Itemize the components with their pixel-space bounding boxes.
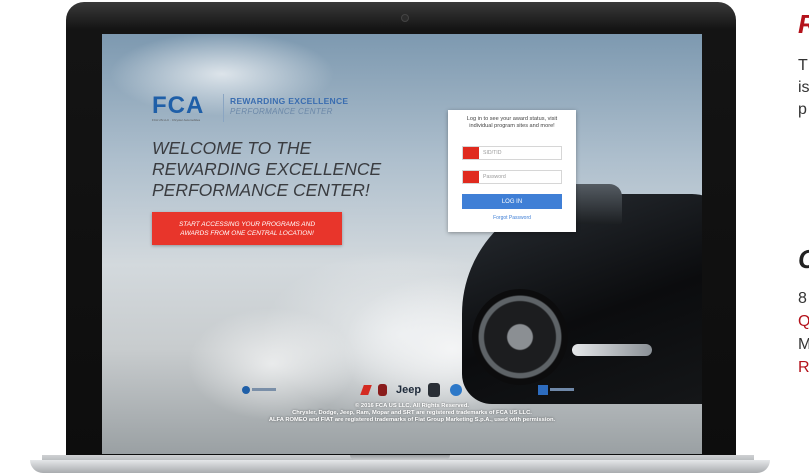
forgot-password-link[interactable]: Forgot Password	[462, 215, 562, 221]
login-intro: Log in to see your award status, visit i…	[466, 116, 558, 129]
brand-divider	[223, 94, 224, 122]
car-wheel	[472, 289, 568, 385]
ram-logo-icon[interactable]	[428, 383, 440, 397]
user-icon	[463, 147, 479, 159]
side-contact-line: 8	[798, 290, 807, 307]
laptop-base	[30, 460, 770, 473]
mopar-logo-icon[interactable]	[450, 383, 464, 397]
fca-logo: FCA	[152, 92, 205, 119]
sid-input[interactable]	[483, 148, 559, 158]
brand-logos: Jeep	[242, 383, 622, 399]
side-text-line: is	[798, 79, 809, 96]
side-contact-link[interactable]: Q	[798, 313, 809, 331]
password-input[interactable]	[483, 172, 559, 182]
side-text-line: T	[798, 57, 808, 74]
srt-logo-icon[interactable]	[538, 383, 574, 397]
camera-icon	[401, 14, 409, 22]
login-card: Log in to see your award status, visit i…	[448, 110, 576, 232]
login-button[interactable]: LOG IN	[462, 194, 562, 209]
jeep-logo[interactable]: Jeep	[396, 384, 421, 398]
footer-legal: © 2016 FCA US LLC. All Rights Reserved. …	[268, 403, 556, 423]
side-contact-heading: C	[798, 244, 809, 275]
laptop-notch	[350, 455, 450, 460]
side-contact-line: M	[798, 336, 809, 353]
fiat-logo-icon[interactable]	[378, 383, 388, 397]
lock-icon	[463, 171, 479, 183]
side-contact-link[interactable]: R	[798, 359, 809, 377]
dodge-logo-icon[interactable]	[360, 383, 372, 397]
welcome-heading: WELCOME TO THE REWARDING EXCELLENCE PERF…	[152, 138, 382, 200]
side-heading: R	[798, 9, 809, 40]
password-field	[462, 170, 562, 184]
side-article: R T is p C 8 Q M R	[796, 0, 809, 476]
fca-tagline: FCA US LLC · Chrysler Automobiles	[152, 118, 201, 122]
car-headlight	[572, 344, 652, 356]
screen: FCA FCA US LLC · Chrysler Automobiles RE…	[102, 34, 702, 454]
chrysler-logo-icon[interactable]	[242, 383, 276, 397]
cta-banner[interactable]: START ACCESSING YOUR PROGRAMS AND AWARDS…	[152, 212, 342, 245]
side-text-line: p	[798, 101, 807, 118]
sid-field	[462, 146, 562, 160]
program-subtitle: PERFORMANCE CENTER	[230, 107, 333, 116]
program-title: REWARDING EXCELLENCE	[230, 96, 349, 106]
